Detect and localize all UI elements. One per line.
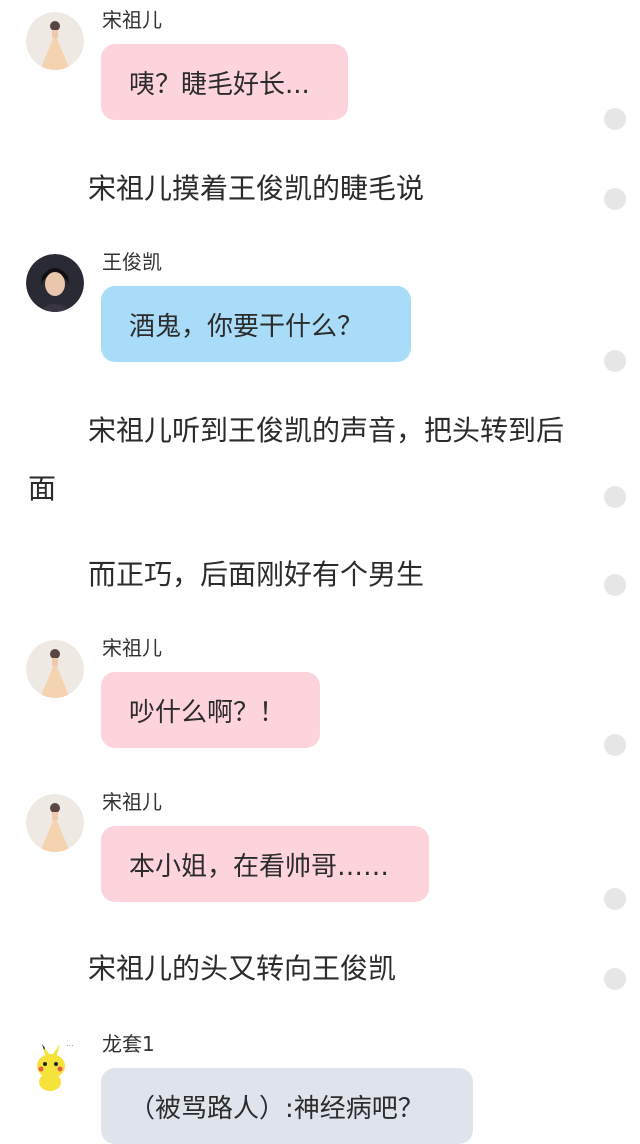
avatar[interactable]: ... [26, 1036, 84, 1094]
avatar[interactable] [26, 254, 84, 312]
narration-text: 宋祖儿听到王俊凯的声音，把头转到后面 [28, 414, 565, 505]
read-status-icon [604, 486, 626, 508]
message-bubble[interactable]: （被骂路人）:神经病吧？ [101, 1068, 473, 1144]
avatar[interactable] [26, 12, 84, 70]
read-status-icon [604, 108, 626, 130]
read-status-icon [604, 350, 626, 372]
narration-text: 宋祖儿的头又转向王俊凯 [88, 952, 397, 985]
read-status-icon [604, 888, 626, 910]
message-bubble[interactable]: 酒鬼，你要干什么？ [101, 286, 411, 362]
read-status-icon [604, 574, 626, 596]
sender-name: 宋祖儿 [102, 790, 162, 814]
message-bubble[interactable]: 吵什么啊？！ [101, 672, 320, 748]
sender-name: 王俊凯 [102, 250, 162, 274]
svg-text:...: ... [66, 1039, 74, 1048]
avatar[interactable] [26, 794, 84, 852]
message-bubble[interactable]: 本小姐，在看帅哥…… [101, 826, 429, 902]
read-status-icon [604, 734, 626, 756]
narration-text: 宋祖儿摸着王俊凯的睫毛说 [88, 172, 425, 205]
message-bubble[interactable]: 咦？睫毛好长... [101, 44, 348, 120]
sender-name: 宋祖儿 [102, 636, 162, 660]
narration-text: 而正巧，后面刚好有个男生 [88, 558, 425, 591]
read-status-icon [604, 968, 626, 990]
avatar[interactable] [26, 640, 84, 698]
sender-name: 龙套1 [102, 1032, 155, 1056]
read-status-icon [604, 188, 626, 210]
sender-name: 宋祖儿 [102, 8, 162, 32]
